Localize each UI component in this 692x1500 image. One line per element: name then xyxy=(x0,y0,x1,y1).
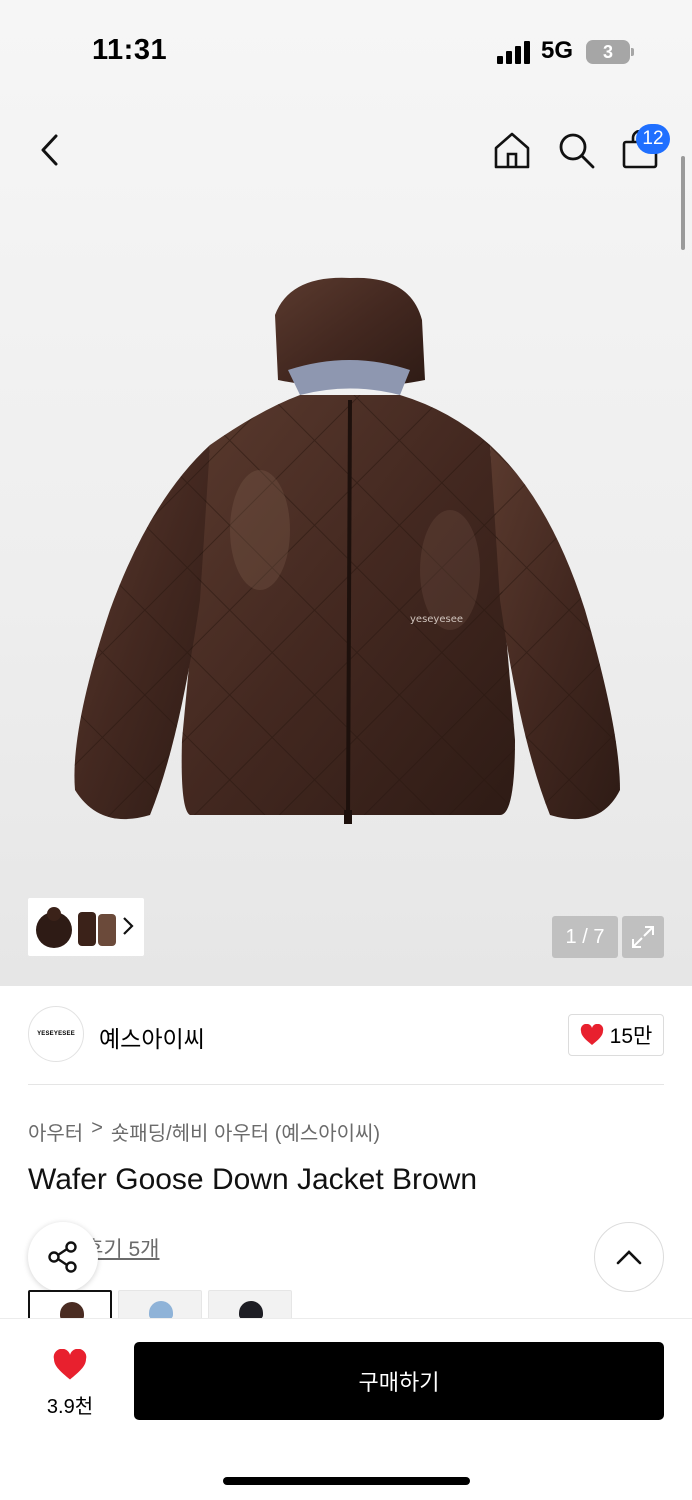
color-thumbnail-strip[interactable] xyxy=(28,898,144,956)
brand-like-button[interactable]: 15만 xyxy=(568,1014,664,1056)
search-icon xyxy=(559,133,595,169)
breadcrumb: 아우터 > 숏패딩/헤비 아우터 (예스아이씨) xyxy=(28,1117,380,1146)
share-button[interactable] xyxy=(28,1222,98,1292)
breadcrumb-subcategory[interactable]: 숏패딩/헤비 아우터 (예스아이씨) xyxy=(111,1117,380,1146)
expand-icon xyxy=(632,926,654,948)
brand-name[interactable]: 예스아이씨 xyxy=(99,1020,205,1054)
status-time: 11:31 xyxy=(92,34,168,66)
home-button[interactable] xyxy=(490,128,534,172)
brand-like-count: 15만 xyxy=(609,1025,653,1048)
scroll-top-button[interactable] xyxy=(594,1222,664,1292)
heart-icon xyxy=(53,1348,87,1380)
back-button[interactable] xyxy=(28,128,72,172)
breadcrumb-separator: > xyxy=(91,1117,103,1139)
product-image-gallery[interactable]: 11:31 5G 3 12 yeseyesee 1 / 7 xyxy=(0,0,692,986)
svg-text:yeseyesee: yeseyesee xyxy=(410,614,463,625)
bottom-action-bar: 3.9천 구매하기 xyxy=(0,1318,692,1500)
heart-icon xyxy=(580,1024,603,1045)
color-option-brown[interactable] xyxy=(28,1290,112,1320)
color-options xyxy=(28,1290,298,1320)
brand-logo[interactable]: YESEYESEE xyxy=(28,1006,84,1062)
color-option-blue[interactable] xyxy=(118,1290,202,1320)
cart-count-badge: 12 xyxy=(636,124,670,154)
wish-button[interactable]: 3.9천 xyxy=(34,1348,106,1419)
thumbnail-image xyxy=(36,907,116,948)
product-jacket-image: yeseyesee xyxy=(74,277,620,824)
status-bar: 11:31 5G 3 xyxy=(0,0,692,100)
divider xyxy=(28,1084,664,1085)
signal-icon xyxy=(497,41,530,64)
home-icon xyxy=(494,132,530,169)
battery-icon: 3 xyxy=(586,40,630,64)
battery-level: 3 xyxy=(602,41,613,62)
color-option-thumb xyxy=(149,1301,173,1319)
battery-tip xyxy=(631,48,634,56)
brand-logo-text: YESEYESEE xyxy=(37,1031,75,1037)
buy-button[interactable]: 구매하기 xyxy=(134,1342,664,1420)
product-title: Wafer Goose Down Jacket Brown xyxy=(28,1163,478,1196)
breadcrumb-category[interactable]: 아우터 xyxy=(28,1117,83,1146)
color-option-black[interactable] xyxy=(208,1290,292,1320)
expand-button[interactable] xyxy=(622,916,664,958)
image-counter: 1 / 7 xyxy=(552,916,618,958)
chevron-up-icon xyxy=(616,1250,642,1265)
scrollbar[interactable] xyxy=(681,156,685,250)
brand-row: YESEYESEE 예스아이씨 15만 xyxy=(28,1006,664,1064)
chevron-right-icon xyxy=(123,917,134,935)
share-icon xyxy=(48,1241,77,1273)
home-indicator xyxy=(223,1477,470,1485)
search-button[interactable] xyxy=(554,128,598,172)
color-option-thumb xyxy=(239,1301,263,1319)
network-type: 5G xyxy=(541,37,574,64)
wish-count: 3.9천 xyxy=(46,1396,94,1418)
back-icon xyxy=(41,134,58,166)
